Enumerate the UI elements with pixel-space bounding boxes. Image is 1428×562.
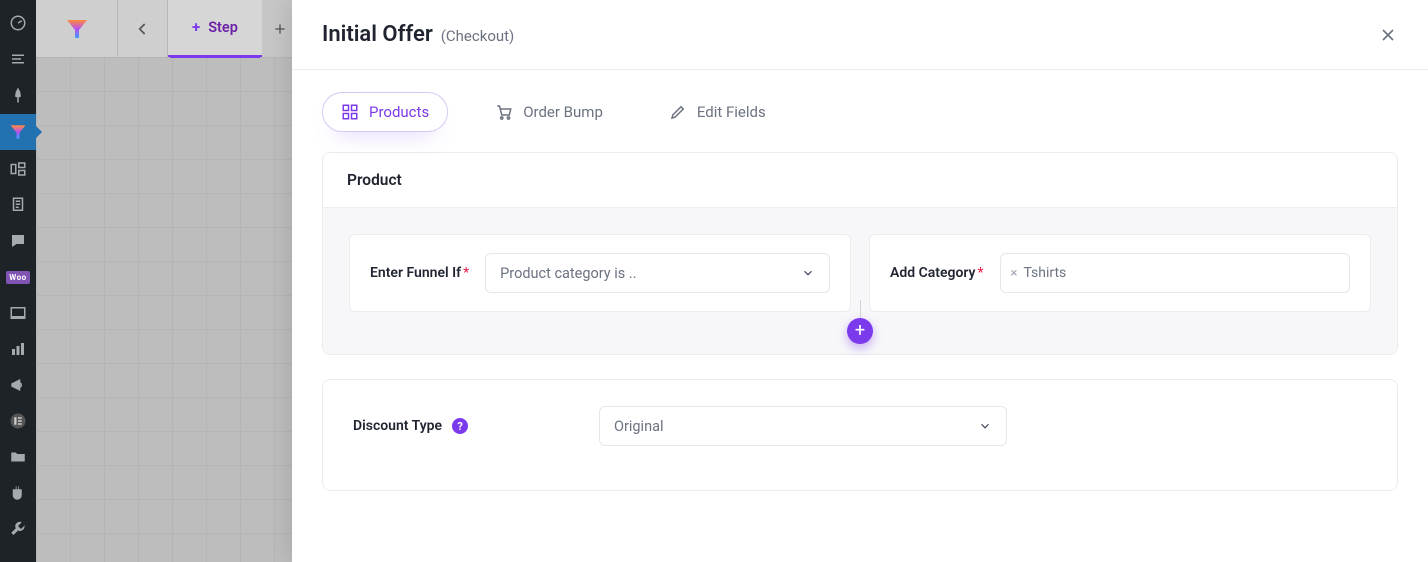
plus-icon: + <box>192 20 200 35</box>
tools-icon[interactable] <box>0 512 36 546</box>
pin-icon[interactable] <box>0 78 36 112</box>
tab-edit-fields-label: Edit Fields <box>697 103 766 121</box>
tab-step[interactable]: + Step <box>168 0 262 57</box>
category-tag: × Tshirts <box>1011 265 1067 281</box>
enter-funnel-label: Enter Funnel If* <box>370 265 469 281</box>
woocommerce-icon[interactable]: Woo <box>0 260 36 294</box>
config-tabs: Products Order Bump Edit Fields <box>322 92 1398 132</box>
marketing-icon[interactable] <box>0 368 36 402</box>
folder-icon[interactable] <box>0 440 36 474</box>
tab-step-label: Step <box>208 19 238 36</box>
remove-tag-icon[interactable]: × <box>1011 267 1018 280</box>
close-icon[interactable] <box>1378 25 1398 45</box>
woo-badge: Woo <box>6 271 29 284</box>
config-panel: Initial Offer (Checkout) Products Order … <box>292 0 1428 562</box>
panel-header: Initial Offer (Checkout) <box>292 0 1428 70</box>
pencil-icon <box>669 103 687 121</box>
analytics-icon[interactable] <box>0 332 36 366</box>
back-arrow-icon[interactable] <box>118 0 168 57</box>
step-tabbar: + Step <box>36 0 298 57</box>
funnel-icon[interactable] <box>0 114 36 150</box>
product-card: Product Enter Funnel If* Product categor… <box>322 152 1398 355</box>
category-tag-text: Tshirts <box>1023 265 1066 281</box>
appearance-icon[interactable] <box>0 296 36 330</box>
panel-title: Initial Offer <box>322 22 433 47</box>
tab-edit-fields[interactable]: Edit Fields <box>650 92 785 132</box>
media-icon[interactable] <box>0 152 36 186</box>
help-icon[interactable]: ? <box>452 418 468 434</box>
tab-order-bump[interactable]: Order Bump <box>476 92 622 132</box>
discount-type-label: Discount Type ? <box>353 418 583 434</box>
plugins-icon[interactable] <box>0 476 36 510</box>
tab-funnel-home[interactable] <box>36 0 118 57</box>
add-category-condition: Add Category* × Tshirts <box>869 234 1371 312</box>
admin-sidebar: Woo <box>0 0 36 562</box>
tab-order-bump-label: Order Bump <box>523 103 603 121</box>
canvas-grid <box>36 57 292 562</box>
discount-type-value: Original <box>614 418 664 435</box>
product-card-header: Product <box>323 153 1397 207</box>
comments-icon[interactable] <box>0 224 36 258</box>
dashboard-icon[interactable] <box>0 6 36 40</box>
discount-card: Discount Type ? Original <box>322 379 1398 491</box>
pages-icon[interactable] <box>0 188 36 222</box>
chevron-down-icon <box>978 419 992 433</box>
posts-icon[interactable] <box>0 42 36 76</box>
category-tag-input[interactable]: × Tshirts <box>1000 253 1350 293</box>
add-category-label: Add Category* <box>890 265 984 281</box>
enter-funnel-condition: Enter Funnel If* Product category is .. <box>349 234 851 312</box>
tab-products-label: Products <box>369 103 429 121</box>
cart-icon <box>495 103 513 121</box>
enter-funnel-select[interactable]: Product category is .. <box>485 253 830 293</box>
tab-products[interactable]: Products <box>322 92 448 132</box>
discount-type-select[interactable]: Original <box>599 406 1007 446</box>
panel-subtitle: (Checkout) <box>441 27 515 45</box>
add-condition-button[interactable]: + <box>847 318 873 344</box>
chevron-down-icon <box>801 266 815 280</box>
elementor-icon[interactable] <box>0 404 36 438</box>
enter-funnel-value: Product category is .. <box>500 265 636 282</box>
add-condition-connector: + <box>847 300 873 344</box>
grid-icon <box>341 103 359 121</box>
